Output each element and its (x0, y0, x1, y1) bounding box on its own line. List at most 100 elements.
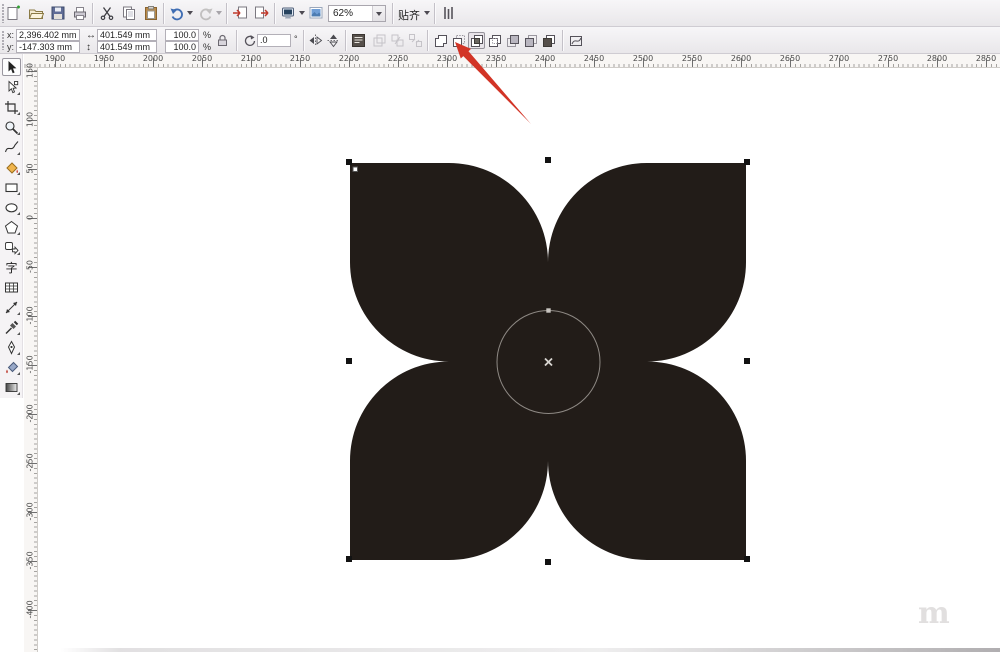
x-position-field[interactable]: 2,396.402 mm (16, 29, 80, 41)
svg-text:字: 字 (5, 260, 17, 275)
paste-button[interactable] (141, 3, 161, 23)
rotation-angle-field[interactable]: .0 (257, 34, 291, 47)
convert-to-curves-button[interactable] (567, 32, 584, 49)
combine-button[interactable] (371, 32, 388, 49)
y-position-field[interactable]: -147.303 mm (16, 41, 80, 53)
back-minus-front-button[interactable] (522, 32, 539, 49)
v-ruler-label: -300 (25, 502, 35, 521)
group-button[interactable] (389, 32, 406, 49)
open-folder-icon (28, 9, 44, 19)
zoom-level-combobox[interactable]: 62% (328, 5, 386, 22)
trim-icon (452, 34, 465, 47)
shape-tool[interactable] (2, 78, 21, 96)
undo-dropdown[interactable] (185, 3, 195, 23)
basic-shapes-tool[interactable] (2, 238, 21, 256)
front-minus-back-button[interactable] (504, 32, 521, 49)
basic-shapes-tool-icon (5, 241, 19, 255)
canvas[interactable] (38, 68, 1000, 652)
toolbar-grip[interactable] (2, 31, 5, 50)
v-ruler-label: 50 (25, 163, 35, 174)
print-button[interactable] (70, 3, 90, 23)
import-button[interactable] (230, 3, 250, 23)
toolbar-separator (163, 3, 165, 24)
paste-clipboard-icon (145, 6, 157, 20)
smart-fill-tool[interactable] (2, 158, 21, 176)
vertical-ruler[interactable]: 150 100 50 0 -50 -100 -150 -200 -250 -300 -350 -400 (24, 63, 38, 652)
interactive-fill-tool[interactable] (2, 378, 21, 396)
options-button[interactable] (438, 3, 458, 23)
cut-button[interactable] (97, 3, 117, 23)
v-ruler-label: -350 (25, 551, 35, 570)
mirror-vertical-button[interactable] (325, 32, 342, 49)
mirror-horizontal-button[interactable] (307, 32, 324, 49)
scale-v-field[interactable]: 100.0 (165, 41, 199, 53)
dimension-tool[interactable] (2, 298, 21, 316)
text-tool[interactable]: 字 (2, 258, 21, 276)
text-tool-icon: 字 (5, 260, 17, 275)
zoom-tool[interactable] (2, 118, 21, 136)
fill-tool[interactable] (2, 358, 21, 376)
save-button[interactable] (48, 3, 68, 23)
rotation-icon-button (240, 32, 257, 49)
h-ruler-label: 2850 (975, 54, 997, 63)
ungroup-icon (409, 34, 422, 47)
scale-h-field[interactable]: 100.0 (165, 29, 199, 41)
undo-arrow-icon (170, 8, 183, 21)
rotate-icon (244, 34, 255, 46)
undo-button[interactable] (167, 3, 187, 23)
h-ruler-label: 2500 (632, 54, 654, 63)
object-width-icon: ↔ (86, 30, 96, 41)
interactive-fill-tool-icon (5, 382, 18, 392)
screenshot-bottom-edge (0, 648, 1000, 652)
polygon-tool[interactable] (2, 218, 21, 236)
weld-icon (434, 34, 447, 47)
v-ruler-label: -250 (25, 453, 35, 472)
eyedropper-tool[interactable] (2, 318, 21, 336)
create-boundary-button[interactable] (540, 32, 557, 49)
intersect-button[interactable] (468, 32, 485, 49)
application-launcher-button[interactable] (278, 3, 298, 23)
lock-ratio-button[interactable] (214, 32, 231, 49)
eyedropper-tool-icon (5, 320, 19, 334)
outline-pen-tool[interactable] (2, 338, 21, 356)
new-document-button[interactable] (4, 3, 24, 23)
toolbar-separator (434, 3, 436, 24)
redo-dropdown[interactable] (214, 3, 224, 23)
mirror-horizontal-icon (309, 34, 323, 47)
v-ruler-label: -100 (25, 306, 35, 325)
v-ruler-label: -400 (25, 600, 35, 619)
new-document-icon (7, 5, 20, 20)
export-button[interactable] (252, 3, 272, 23)
horizontal-ruler[interactable]: 1900 1950 2000 2050 2100 2150 2200 2250 2300 2350… (24, 54, 1000, 68)
polygon-tool-icon (4, 220, 19, 233)
shape-tool-icon (8, 79, 19, 93)
wrap-text-button[interactable] (350, 32, 367, 49)
x-label: x: (7, 30, 15, 40)
snap-to-button[interactable]: 贴齐 (398, 7, 420, 23)
crop-tool[interactable] (2, 98, 21, 116)
table-tool[interactable] (2, 278, 21, 296)
simplify-button[interactable] (486, 32, 503, 49)
trim-button[interactable] (450, 32, 467, 49)
welcome-screen-button[interactable] (306, 3, 326, 23)
h-ruler-label: 2050 (191, 54, 213, 63)
smart-fill-tool-icon (6, 161, 18, 174)
weld-button[interactable] (432, 32, 449, 49)
object-width-field[interactable]: 401.549 mm (97, 29, 157, 41)
copy-button[interactable] (119, 3, 139, 23)
ellipse-tool[interactable] (2, 198, 21, 216)
ungroup-button[interactable] (407, 32, 424, 49)
rectangle-tool[interactable] (2, 178, 21, 196)
pick-tool[interactable] (2, 58, 21, 76)
object-height-field[interactable]: 401.549 mm (97, 41, 157, 53)
pick-tool-icon (8, 60, 17, 73)
open-button[interactable] (26, 3, 46, 23)
intersect-icon (471, 34, 483, 47)
freehand-tool[interactable] (2, 138, 21, 156)
snap-to-dropdown[interactable] (422, 3, 432, 23)
lock-icon (218, 34, 227, 46)
redo-button[interactable] (196, 3, 216, 23)
application-launcher-icon (282, 7, 294, 19)
h-ruler-label: 2600 (730, 54, 752, 63)
zoom-level-dropdown[interactable] (372, 6, 385, 21)
